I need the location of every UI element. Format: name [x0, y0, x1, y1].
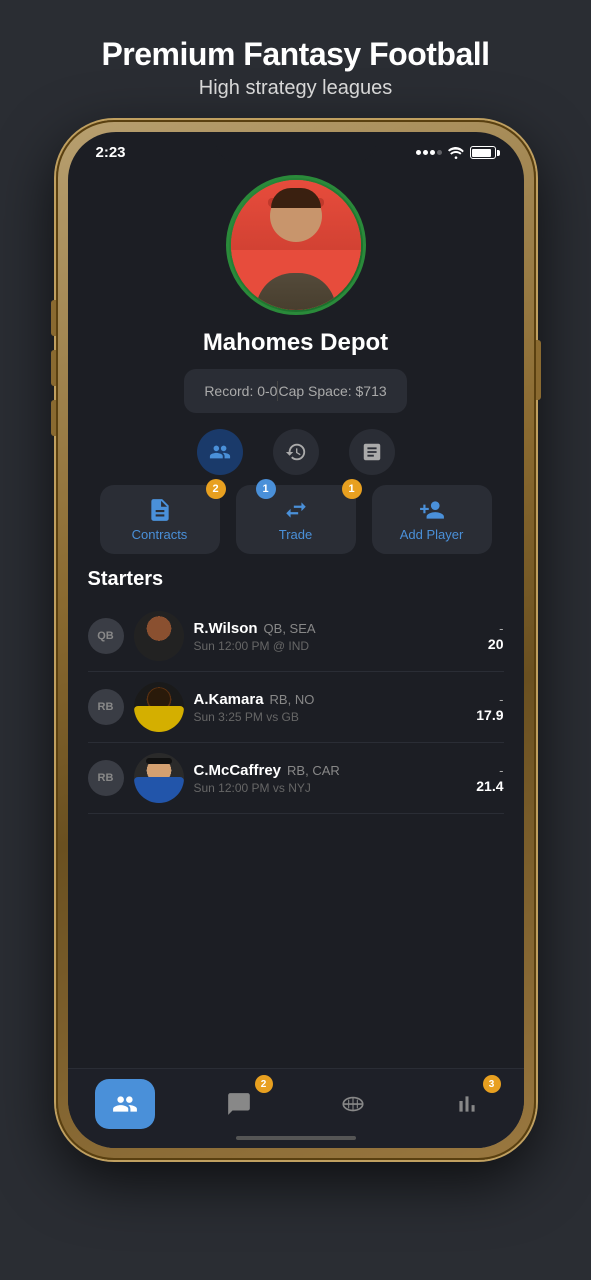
tab-bar: 2 3 [68, 1068, 524, 1141]
avatar-section: Mahomes Depot Record: 0-0 Cap Space: $71… [68, 165, 524, 413]
position-badge-rb2: RB [88, 760, 124, 796]
tab-standings[interactable]: 3 [437, 1079, 497, 1129]
player-row[interactable]: QB R.Wilson QB, SEA Sun 12:00 PM @ IND [88, 601, 504, 672]
trade-button[interactable]: 1 1 Trade [236, 485, 356, 554]
wifi-icon [448, 147, 464, 159]
status-icons [416, 146, 496, 159]
big-action-buttons: 2 Contracts 1 1 Trade [88, 485, 504, 554]
history-icon [285, 441, 307, 463]
player-pos-team: RB, CAR [287, 763, 340, 778]
player-pos-team: RB, NO [270, 692, 315, 707]
chat-tab-badge: 2 [255, 1075, 273, 1093]
cap-space-display: Cap Space: $713 [278, 383, 386, 399]
trade-icon [283, 497, 309, 523]
phone-frame: 2:23 [56, 120, 536, 1160]
avatar-ring [226, 175, 366, 315]
record-display: Record: 0-0 [204, 383, 277, 399]
trade-label: Trade [279, 527, 312, 542]
page-title: Premium Fantasy Football [101, 36, 489, 73]
player-row[interactable]: RB C.McCaffrey RB, CAR Sun 12:00 PM vs [88, 743, 504, 814]
roster-icon-btn[interactable] [197, 429, 243, 475]
player-info-kamara: A.Kamara RB, NO Sun 3:25 PM vs GB [194, 691, 467, 724]
player-avatar-wilson [134, 611, 184, 661]
player-photo [231, 180, 361, 310]
player-game: Sun 3:25 PM vs GB [194, 710, 467, 724]
avatar-container [226, 175, 366, 315]
starters-section: Starters QB R.Wilson QB, SEA [68, 554, 524, 814]
battery-icon [470, 146, 496, 159]
chat-tab-icon [226, 1091, 252, 1117]
player-score-wilson: - 20 [488, 621, 504, 652]
roster-icon [209, 441, 231, 463]
contracts-icon [147, 497, 173, 523]
screen-content: Mahomes Depot Record: 0-0 Cap Space: $71… [68, 165, 524, 1141]
notch [216, 132, 376, 162]
player-score-mccaffrey: - 21.4 [476, 763, 503, 794]
player-info-wilson: R.Wilson QB, SEA Sun 12:00 PM @ IND [194, 620, 478, 653]
news-icon [361, 441, 383, 463]
player-name: R.Wilson [194, 620, 258, 637]
add-player-label: Add Player [400, 527, 464, 542]
page-header: Premium Fantasy Football High strategy l… [81, 0, 509, 120]
standings-tab-badge: 3 [483, 1075, 501, 1093]
team-tab-icon [112, 1091, 138, 1117]
phone-screen: 2:23 [68, 132, 524, 1148]
player-info-mccaffrey: C.McCaffrey RB, CAR Sun 12:00 PM vs NYJ [194, 762, 467, 795]
history-icon-btn[interactable] [273, 429, 319, 475]
tab-team[interactable] [95, 1079, 155, 1129]
action-icons-row [68, 429, 524, 475]
player-name: A.Kamara [194, 691, 264, 708]
player-game: Sun 12:00 PM @ IND [194, 639, 478, 653]
add-player-button[interactable]: Add Player [372, 485, 492, 554]
team-name: Mahomes Depot [203, 329, 388, 357]
trade-badge-blue: 1 [256, 479, 276, 499]
contracts-label: Contracts [132, 527, 188, 542]
contracts-badge: 2 [206, 479, 226, 499]
news-icon-btn[interactable] [349, 429, 395, 475]
player-avatar-kamara [134, 682, 184, 732]
position-badge-rb1: RB [88, 689, 124, 725]
starters-title: Starters [88, 568, 504, 591]
add-player-icon [419, 497, 445, 523]
player-avatar-mccaffrey [134, 753, 184, 803]
player-name: C.McCaffrey [194, 762, 282, 779]
trade-badge-orange: 1 [342, 479, 362, 499]
player-pos-team: QB, SEA [264, 621, 316, 636]
player-score-kamara: - 17.9 [476, 692, 503, 723]
player-row[interactable]: RB A.Kamara RB, NO Sun 3:25 PM vs GB [88, 672, 504, 743]
tab-football[interactable] [323, 1079, 383, 1129]
standings-tab-icon [454, 1091, 480, 1117]
time-display: 2:23 [96, 144, 126, 161]
record-bar: Record: 0-0 Cap Space: $713 [184, 369, 406, 413]
player-game: Sun 12:00 PM vs NYJ [194, 781, 467, 795]
signal-icon [416, 150, 442, 155]
home-indicator [236, 1136, 356, 1140]
position-badge-qb: QB [88, 618, 124, 654]
contracts-button[interactable]: 2 Contracts [100, 485, 220, 554]
football-tab-icon [340, 1091, 366, 1117]
tab-chat[interactable]: 2 [209, 1079, 269, 1129]
page-subtitle: High strategy leagues [101, 77, 489, 100]
